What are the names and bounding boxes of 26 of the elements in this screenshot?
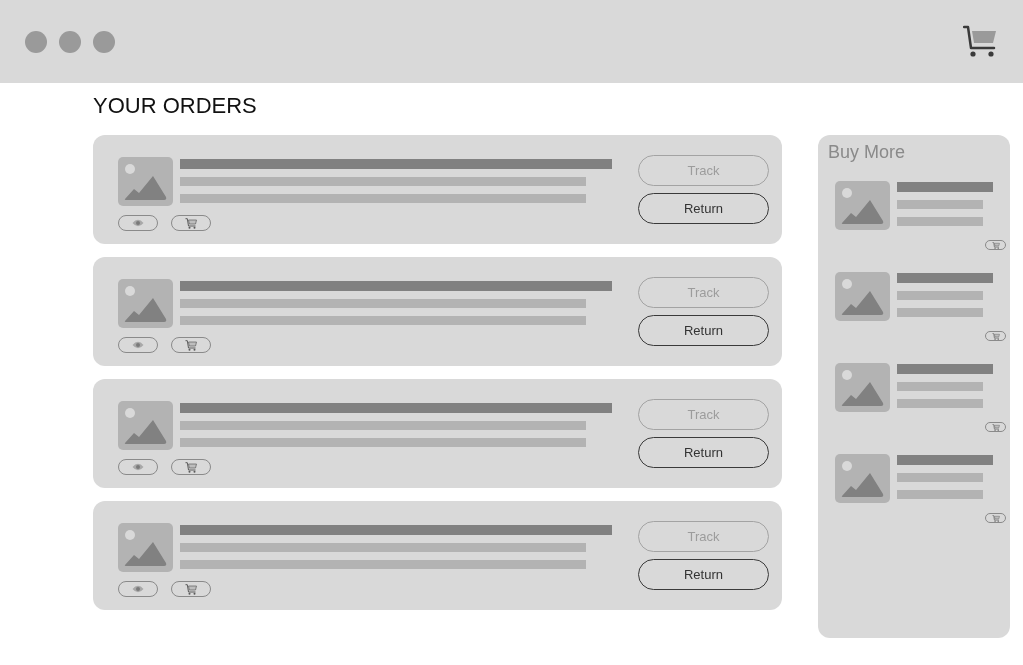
window-dot-icon — [59, 30, 81, 53]
page-title: YOUR ORDERS — [93, 93, 257, 119]
image-placeholder-icon — [118, 279, 173, 328]
image-placeholder-icon — [118, 523, 173, 572]
image-placeholder-icon — [835, 454, 890, 503]
cart-icon[interactable] — [963, 24, 997, 57]
image-placeholder-icon — [118, 157, 173, 206]
cart-icon — [991, 332, 1000, 340]
image-placeholder-icon — [835, 363, 890, 412]
eye-icon — [132, 219, 144, 227]
cart-icon — [991, 241, 1000, 249]
eye-icon — [132, 341, 144, 349]
image-placeholder-icon — [835, 272, 890, 321]
cart-icon — [185, 339, 197, 351]
panel-title: Buy More — [828, 141, 906, 163]
image-placeholder-icon — [118, 401, 173, 450]
cart-icon — [185, 217, 197, 229]
cart-icon — [185, 461, 197, 473]
cart-icon — [991, 423, 1000, 431]
eye-icon — [132, 585, 144, 593]
window-dot-icon — [25, 30, 47, 53]
image-placeholder-icon — [835, 181, 890, 230]
cart-icon — [991, 514, 1000, 522]
cart-icon — [185, 583, 197, 595]
eye-icon — [132, 463, 144, 471]
window-dot-icon — [93, 30, 115, 53]
